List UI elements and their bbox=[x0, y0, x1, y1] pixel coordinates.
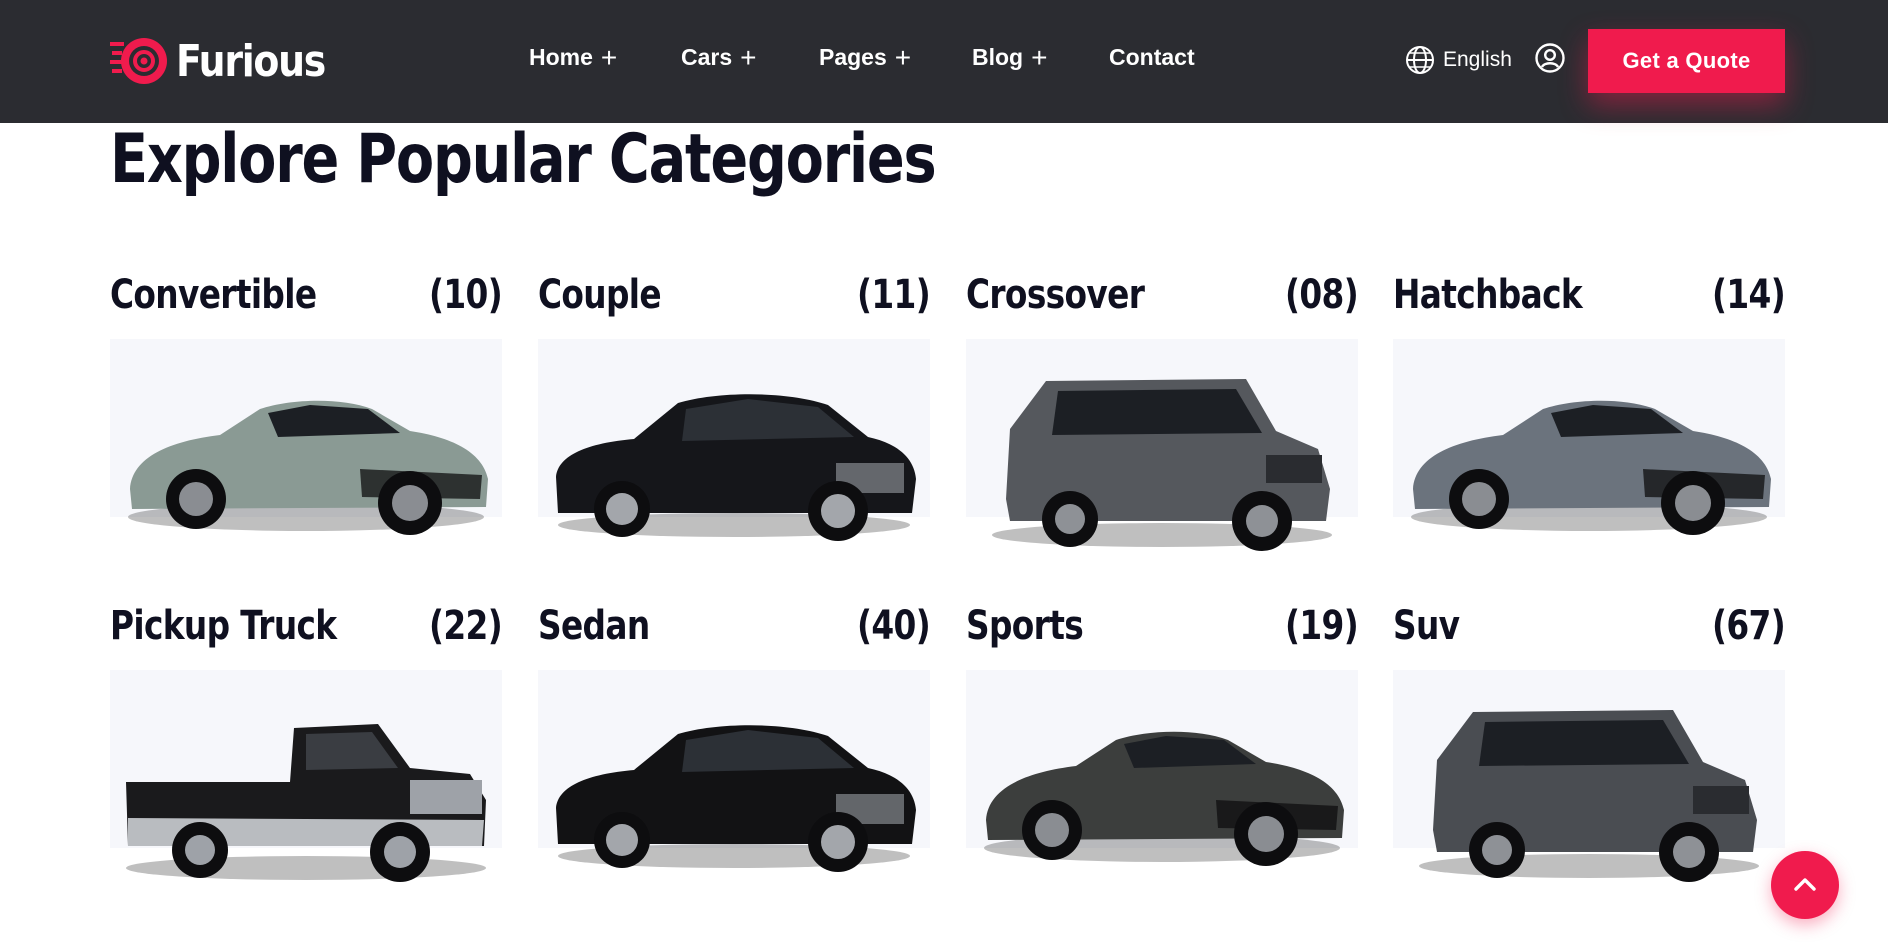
nav-blog-label: Blog bbox=[972, 44, 1024, 70]
scroll-to-top-button[interactable] bbox=[1771, 851, 1839, 919]
nav-pages[interactable]: Pages + bbox=[819, 42, 972, 73]
nav-contact-label: Contact bbox=[1109, 44, 1195, 70]
nav-pages-label: Pages bbox=[819, 44, 887, 70]
category-header: Pickup Truck (22) bbox=[110, 603, 503, 663]
category-card-couple[interactable]: Couple (11) bbox=[538, 272, 931, 541]
category-card-pickup-truck[interactable]: Pickup Truck (22) bbox=[110, 603, 503, 882]
category-name[interactable]: Sedan bbox=[538, 603, 650, 649]
category-count: (67) bbox=[1711, 603, 1786, 649]
category-header: Hatchback (14) bbox=[1393, 272, 1786, 332]
plus-icon: + bbox=[740, 42, 757, 73]
brand-logo[interactable]: Furious bbox=[110, 34, 349, 88]
category-name[interactable]: Couple bbox=[538, 272, 662, 318]
category-header: Sedan (40) bbox=[538, 603, 931, 663]
language-label: English bbox=[1443, 48, 1512, 71]
user-icon[interactable] bbox=[1535, 43, 1565, 73]
category-header: Crossover (08) bbox=[966, 272, 1359, 332]
category-header: Couple (11) bbox=[538, 272, 931, 332]
category-count: (19) bbox=[1284, 603, 1359, 649]
nav-home[interactable]: Home + bbox=[529, 42, 681, 73]
category-name[interactable]: Suv bbox=[1393, 603, 1460, 649]
category-count: (22) bbox=[428, 603, 503, 649]
main-nav: Home + Cars + Pages + Blog + Contact bbox=[529, 42, 1195, 73]
language-selector[interactable]: English bbox=[1405, 45, 1512, 75]
category-header: Convertible (10) bbox=[110, 272, 503, 332]
nav-home-label: Home bbox=[529, 44, 593, 70]
car-image[interactable] bbox=[966, 670, 1358, 900]
category-card-hatchback[interactable]: Hatchback (14) bbox=[1393, 272, 1786, 535]
category-header: Sports (19) bbox=[966, 603, 1359, 663]
section-title: Explore Popular Categories bbox=[110, 120, 937, 199]
plus-icon: + bbox=[894, 42, 912, 73]
category-card-sedan[interactable]: Sedan (40) bbox=[538, 603, 931, 872]
plus-icon: + bbox=[600, 42, 618, 73]
category-card-convertible[interactable]: Convertible (10) bbox=[110, 272, 503, 535]
wheel-logo-icon bbox=[110, 38, 167, 84]
category-name[interactable]: Crossover bbox=[966, 272, 1145, 318]
brand-name: Furious bbox=[176, 35, 326, 87]
category-count: (10) bbox=[428, 272, 503, 318]
nav-cars-label: Cars bbox=[681, 44, 733, 70]
category-card-suv[interactable]: Suv (67) bbox=[1393, 603, 1786, 882]
category-name[interactable]: Hatchback bbox=[1393, 272, 1583, 318]
category-count: (14) bbox=[1711, 272, 1786, 318]
car-image[interactable] bbox=[1393, 339, 1785, 569]
get-a-quote-button[interactable]: Get a Quote bbox=[1588, 29, 1785, 93]
category-count: (08) bbox=[1284, 272, 1359, 318]
category-name[interactable]: Pickup Truck bbox=[110, 603, 337, 649]
nav-blog[interactable]: Blog + bbox=[972, 42, 1109, 73]
car-image[interactable] bbox=[1393, 670, 1785, 900]
car-image[interactable] bbox=[966, 339, 1358, 569]
chevron-up-icon bbox=[1794, 878, 1816, 891]
nav-contact[interactable]: Contact bbox=[1109, 44, 1195, 71]
category-card-crossover[interactable]: Crossover (08) bbox=[966, 272, 1359, 551]
plus-icon: + bbox=[1031, 42, 1048, 73]
category-card-sports[interactable]: Sports (19) bbox=[966, 603, 1359, 866]
category-name[interactable]: Convertible bbox=[110, 272, 317, 318]
category-count: (11) bbox=[856, 272, 931, 318]
category-name[interactable]: Sports bbox=[966, 603, 1084, 649]
category-header: Suv (67) bbox=[1393, 603, 1786, 663]
car-image[interactable] bbox=[538, 339, 930, 569]
category-count: (40) bbox=[856, 603, 931, 649]
car-image[interactable] bbox=[110, 670, 502, 900]
nav-cars[interactable]: Cars + bbox=[681, 42, 819, 73]
site-header: Furious Home + Cars + Pages + Blog + Con… bbox=[0, 0, 1888, 123]
car-image[interactable] bbox=[110, 339, 502, 569]
car-image[interactable] bbox=[538, 670, 930, 900]
globe-icon bbox=[1406, 46, 1434, 74]
